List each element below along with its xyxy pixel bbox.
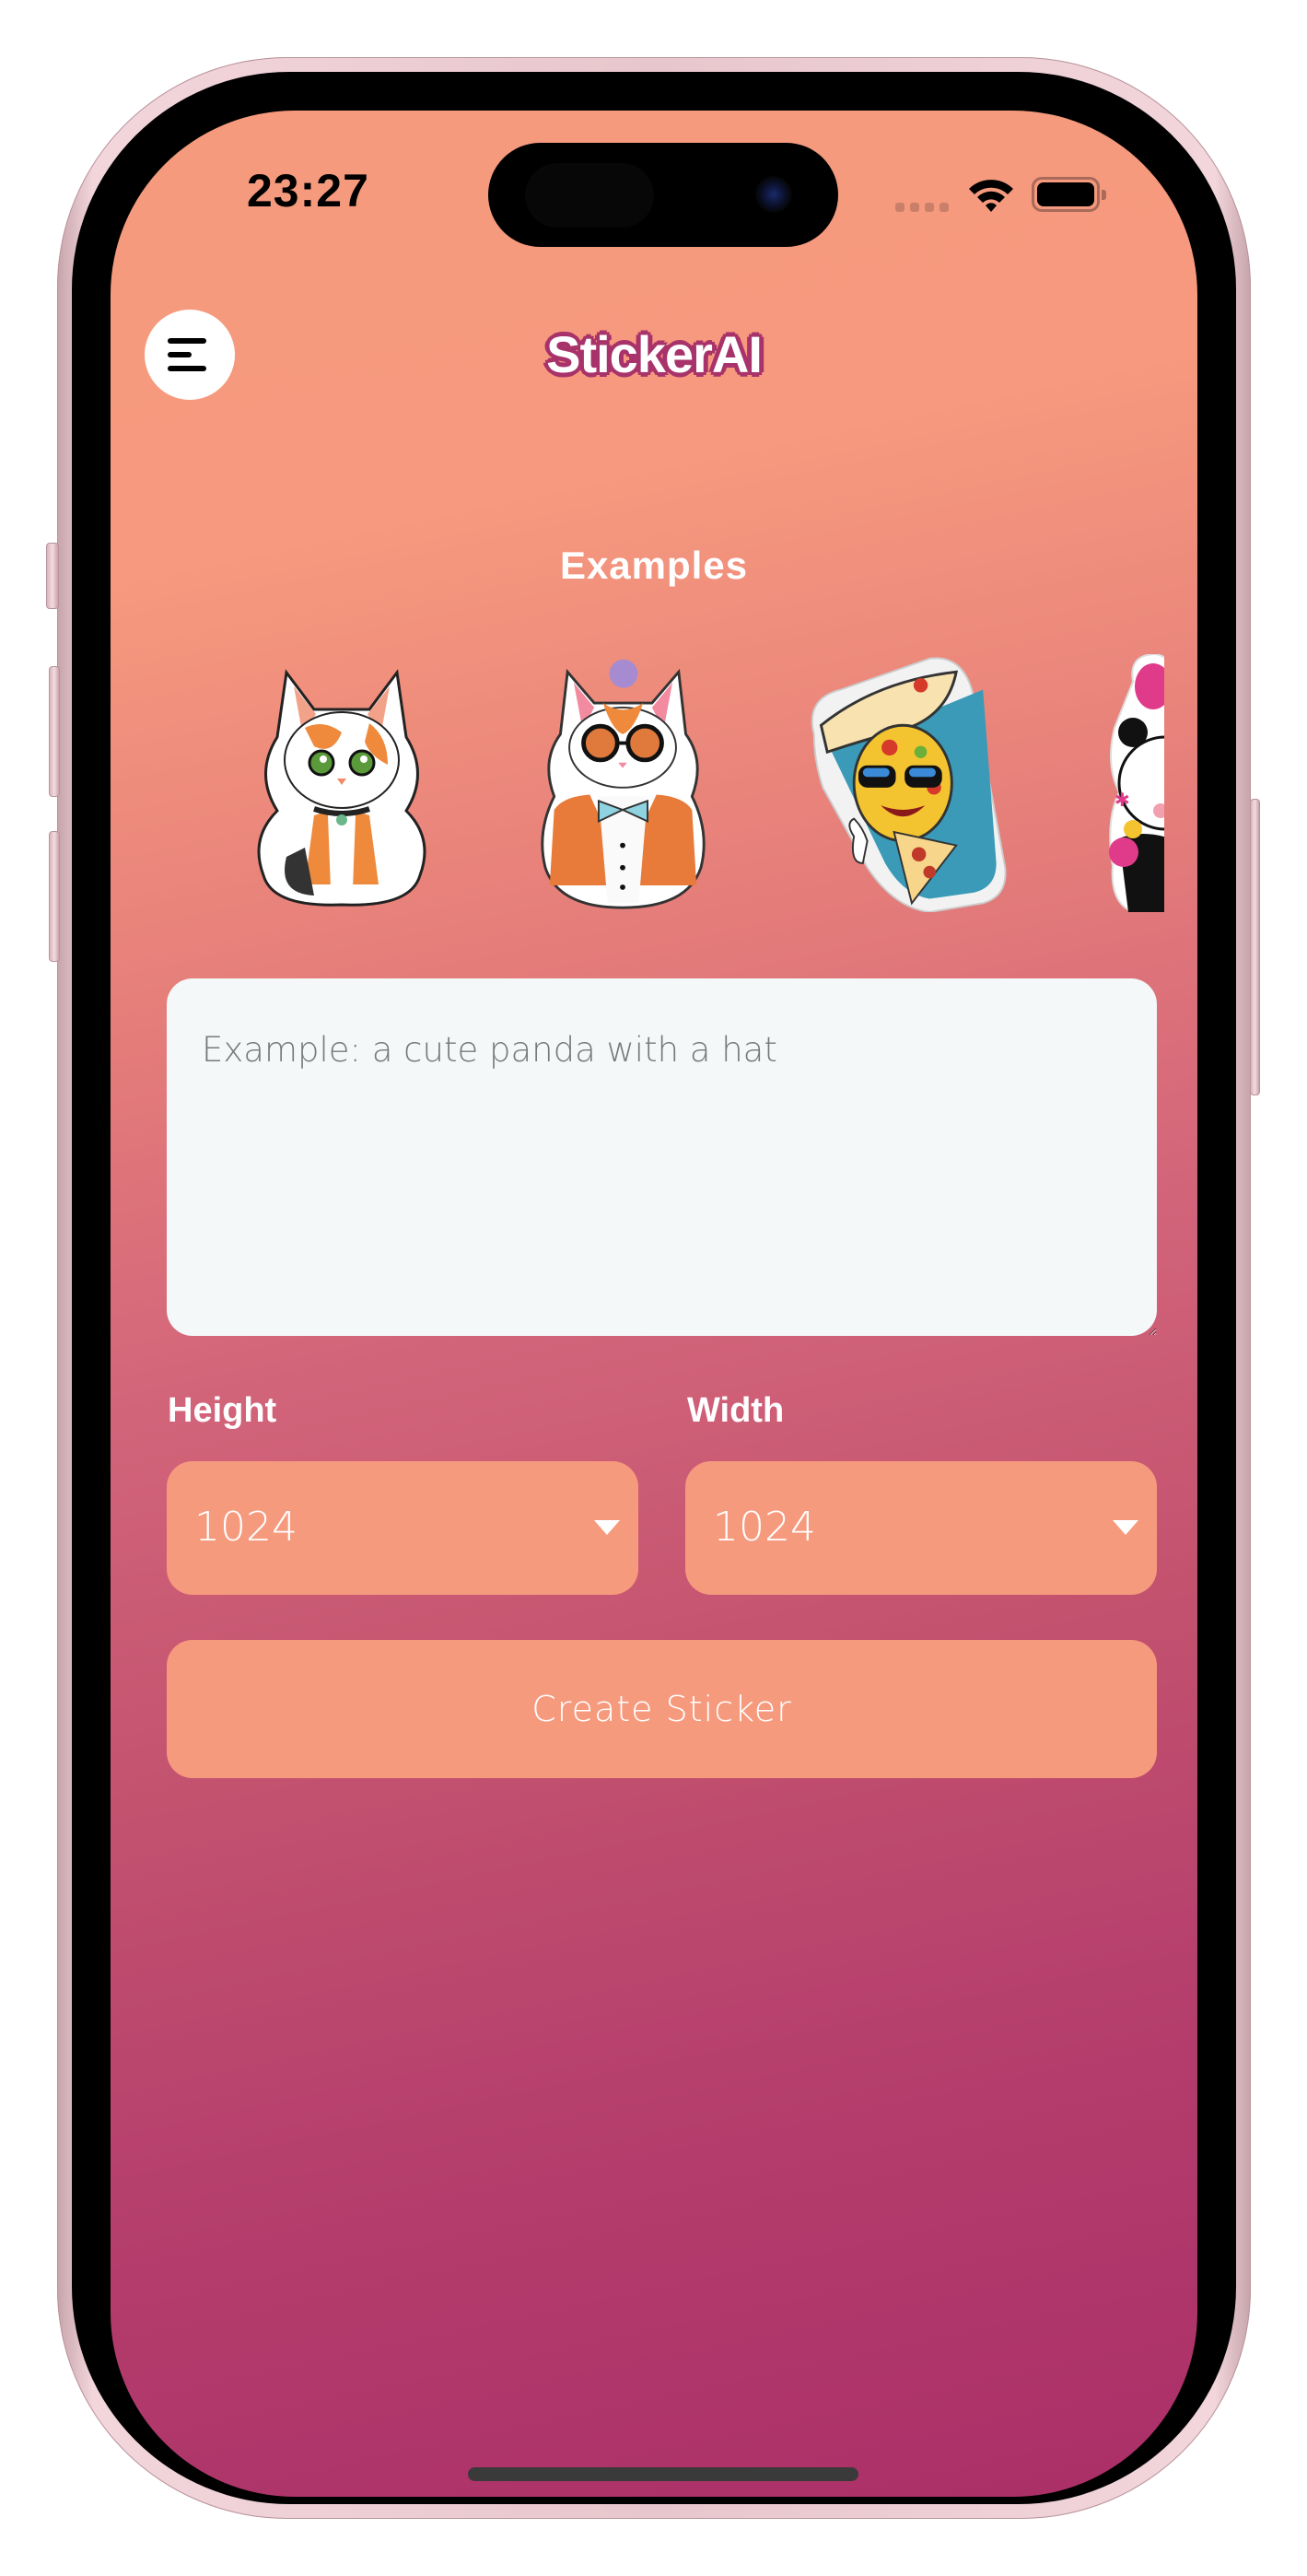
chevron-down-icon — [1113, 1520, 1138, 1535]
power-button — [1250, 799, 1260, 1095]
front-camera-icon — [755, 176, 792, 213]
height-label: Height — [168, 1391, 277, 1430]
cellular-signal-icon — [895, 203, 949, 212]
example-sticker-pizza[interactable] — [801, 654, 1018, 912]
signal-dot — [895, 203, 904, 212]
battery-icon — [1032, 177, 1106, 212]
action-button — [46, 543, 59, 609]
height-select-value: 1024 — [194, 1504, 298, 1551]
wifi-icon — [969, 180, 1013, 212]
example-sticker-panda[interactable]: ✱ — [1105, 654, 1164, 912]
examples-carousel[interactable]: ✱ — [184, 654, 1164, 921]
dynamic-island — [488, 143, 838, 247]
example-sticker-kitten[interactable] — [250, 654, 434, 912]
svg-text:✱: ✱ — [1114, 790, 1130, 811]
volume-down-button — [49, 831, 60, 962]
chevron-down-icon — [594, 1520, 620, 1535]
width-select[interactable]: 1024 — [685, 1461, 1157, 1595]
height-select[interactable]: 1024 — [167, 1461, 638, 1595]
sensor-area — [525, 163, 654, 228]
app-title: StickerAI — [546, 325, 763, 383]
prompt-input[interactable] — [167, 978, 1157, 1336]
status-time: 23:27 — [247, 165, 369, 217]
home-indicator[interactable] — [468, 2467, 858, 2481]
app-screen: 23:27 StickerAI Examples ✱ Example: a cu… — [111, 111, 1197, 2497]
signal-dot — [939, 203, 949, 212]
battery-fill — [1037, 182, 1094, 206]
example-sticker-dapper-cat[interactable] — [533, 654, 713, 912]
volume-up-button — [49, 666, 60, 797]
examples-heading: Examples — [559, 544, 749, 587]
width-label: Width — [687, 1391, 785, 1430]
create-sticker-button[interactable]: Create Sticker — [167, 1640, 1157, 1778]
signal-dot — [925, 203, 934, 212]
signal-dot — [910, 203, 919, 212]
battery-nub — [1102, 190, 1106, 200]
width-select-value: 1024 — [713, 1504, 816, 1551]
